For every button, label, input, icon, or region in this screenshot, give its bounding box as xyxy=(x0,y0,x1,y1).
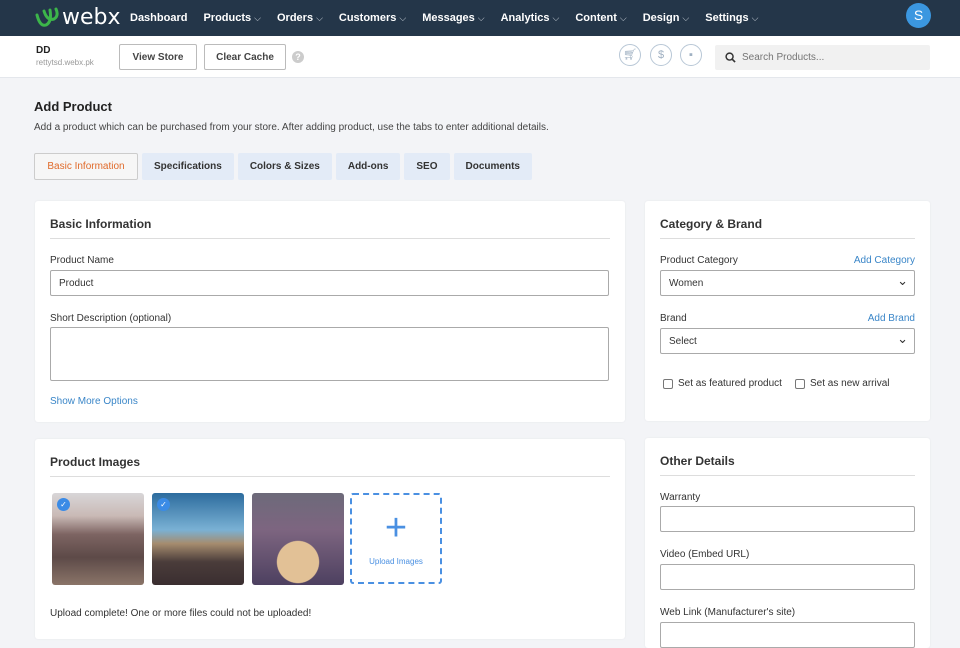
chevron-down-icon: ⌵ xyxy=(682,13,690,23)
top-nav: webx Dashboard Products ⌵ Orders ⌵ Custome… xyxy=(0,0,960,36)
checkmark-icon[interactable]: ✓ xyxy=(57,498,70,511)
nav-settings[interactable]: Settings ⌵ xyxy=(705,12,758,24)
user-avatar[interactable]: S xyxy=(906,3,931,28)
product-image-1[interactable]: ✓ xyxy=(52,493,144,585)
add-category-link[interactable]: Add Category xyxy=(854,255,915,266)
store-bar: DD rettytsd.webx.pk View Store Clear Cach… xyxy=(0,36,960,78)
nav-content[interactable]: Content ⌵ xyxy=(575,12,626,24)
upload-images-button[interactable]: + Upload Images xyxy=(350,493,442,584)
category-brand-card: Category & Brand Product Category Add Ca… xyxy=(645,201,930,421)
nav-dashboard[interactable]: Dashboard xyxy=(130,12,187,24)
tab-basic-information[interactable]: Basic Information xyxy=(34,153,138,180)
brand-name: webx xyxy=(62,5,121,30)
nav-design[interactable]: Design ⌵ xyxy=(643,12,690,24)
basic-information-card: Basic Information Product Name Product S… xyxy=(35,201,625,422)
search-box[interactable] xyxy=(715,45,930,70)
product-image-3[interactable] xyxy=(252,493,344,585)
web-link-label: Web Link (Manufacturer's site) xyxy=(660,607,796,618)
featured-checkbox[interactable]: Set as featured product xyxy=(663,378,782,389)
chevron-down-icon: ⌵ xyxy=(316,13,323,23)
tab-seo[interactable]: SEO xyxy=(404,153,450,180)
help-icon[interactable]: ? xyxy=(292,51,304,63)
card-title: Product Images xyxy=(50,455,141,469)
tab-colors-sizes[interactable]: Colors & Sizes xyxy=(237,153,332,180)
nav-products[interactable]: Products ⌵ xyxy=(203,12,261,24)
video-input[interactable] xyxy=(660,564,915,590)
chevron-down-icon: ⌵ xyxy=(619,13,627,23)
nav-messages[interactable]: Messages ⌵ xyxy=(422,12,484,24)
show-more-options-link[interactable]: Show More Options xyxy=(50,396,138,407)
tab-add-ons[interactable]: Add-ons xyxy=(335,153,401,180)
brand-label: Brand xyxy=(660,313,687,324)
chevron-down-icon: ⌵ xyxy=(399,13,407,23)
upload-status: Upload complete! One or more files could… xyxy=(50,608,312,619)
search-input[interactable] xyxy=(742,52,922,63)
store-url[interactable]: rettytsd.webx.pk xyxy=(36,58,94,67)
video-label: Video (Embed URL) xyxy=(660,549,750,560)
web-link-input[interactable] xyxy=(660,622,915,648)
plus-icon: + xyxy=(384,507,408,549)
product-name-input[interactable]: Product xyxy=(50,270,609,296)
short-description-textarea[interactable] xyxy=(50,327,609,381)
product-category-label: Product Category xyxy=(660,255,738,266)
store-name: DD xyxy=(36,45,51,56)
checkmark-icon[interactable]: ✓ xyxy=(157,498,170,511)
add-brand-link[interactable]: Add Brand xyxy=(868,313,915,324)
card-title: Other Details xyxy=(660,454,735,468)
product-image-2[interactable]: ✓ xyxy=(152,493,244,585)
warranty-input[interactable] xyxy=(660,506,915,532)
chevron-down-icon: ⌵ xyxy=(552,13,560,23)
clear-cache-button[interactable]: Clear Cache xyxy=(204,44,286,70)
search-icon xyxy=(725,52,736,63)
card-title: Category & Brand xyxy=(660,217,763,231)
page-description: Add a product which can be purchased fro… xyxy=(34,122,549,133)
view-store-button[interactable]: View Store xyxy=(119,44,197,70)
product-tabs: Basic Information Specifications Colors … xyxy=(34,153,532,180)
tab-documents[interactable]: Documents xyxy=(453,153,532,180)
brand-select[interactable]: Select xyxy=(660,328,915,354)
warranty-label: Warranty xyxy=(660,492,701,503)
product-category-select[interactable]: Women xyxy=(660,270,915,296)
card-title: Basic Information xyxy=(50,217,152,231)
brand-logo[interactable]: webx xyxy=(34,5,121,30)
nav-customers[interactable]: Customers ⌵ xyxy=(339,12,406,24)
other-details-card: Other Details Warranty Video (Embed URL)… xyxy=(645,438,930,648)
chevron-down-icon: ⌵ xyxy=(751,13,759,23)
cart-icon[interactable]: 🛒︎ xyxy=(619,44,641,66)
dollar-icon[interactable]: $ xyxy=(650,44,672,66)
nav-analytics[interactable]: Analytics ⌵ xyxy=(501,12,560,24)
logo-icon xyxy=(35,7,59,27)
short-description-label: Short Description (optional) xyxy=(50,313,172,324)
chat-icon[interactable]: ▪ xyxy=(680,44,702,66)
chevron-down-icon: ⌵ xyxy=(477,13,485,23)
product-name-label: Product Name xyxy=(50,255,114,266)
nav-orders[interactable]: Orders ⌵ xyxy=(277,12,323,24)
product-images-card: Product Images ✓ ✓ + Upload Images Uploa… xyxy=(35,439,625,639)
chevron-down-icon: ⌵ xyxy=(254,13,261,23)
new-arrival-checkbox[interactable]: Set as new arrival xyxy=(795,378,889,389)
tab-specifications[interactable]: Specifications xyxy=(142,153,234,180)
page-title: Add Product xyxy=(34,99,112,114)
upload-images-label: Upload Images xyxy=(369,557,423,566)
